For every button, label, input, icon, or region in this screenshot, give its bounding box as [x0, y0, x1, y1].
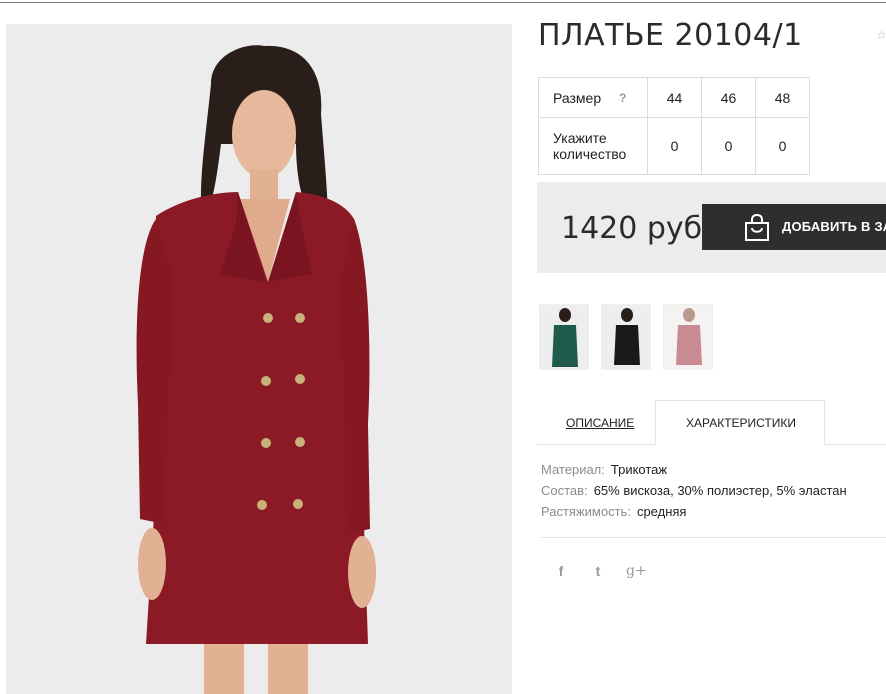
add-to-cart-label: ДОБАВИТЬ В ЗАК [782, 219, 886, 234]
spec-row: Материал: Трикотаж [541, 462, 847, 483]
red-dress-thumbnail[interactable] [663, 304, 713, 370]
product-main-image[interactable] [6, 24, 512, 694]
top-rule [0, 2, 886, 3]
green-dress-thumbnail[interactable] [539, 304, 589, 370]
size-label-cell: Размер ? [538, 77, 648, 118]
divider [541, 537, 886, 538]
tab-description[interactable]: ОПИСАНИЕ [566, 416, 634, 430]
size-option: 48 [755, 77, 810, 118]
quantity-label: Укажите количество [538, 117, 648, 175]
shopping-bag-icon [745, 214, 769, 241]
twitter-icon[interactable]: t [589, 562, 607, 580]
spec-row: Состав: 65% вискоза, 30% полиэстер, 5% эл… [541, 483, 847, 504]
price: 1420 руб [561, 211, 703, 246]
add-to-cart-button[interactable]: ДОБАВИТЬ В ЗАК [702, 204, 886, 250]
spec-value: Трикотаж [610, 462, 668, 477]
size-table: Размер ? 44 46 48 Укажите количество 0 0… [538, 77, 810, 175]
spec-row: Растяжимость: средняя [541, 504, 847, 525]
googleplus-icon[interactable]: g+ [626, 562, 647, 580]
price-panel: 1420 руб ДОБАВИТЬ В ЗАК [537, 182, 886, 273]
spec-key: Материал: [541, 462, 605, 477]
quantity-input[interactable]: 0 [701, 117, 756, 175]
characteristics-list: Материал: Трикотаж Состав: 65% вискоза, 30… [541, 462, 847, 525]
tab-characteristics[interactable]: ХАРАКТЕРИСТИКИ [686, 416, 796, 430]
quantity-input[interactable]: 0 [647, 117, 702, 175]
facebook-icon[interactable]: f [552, 562, 570, 580]
size-label: Размер [553, 89, 602, 106]
help-icon[interactable]: ? [619, 91, 626, 105]
size-option: 46 [701, 77, 756, 118]
size-option: 44 [647, 77, 702, 118]
spec-value: средняя [636, 504, 687, 519]
spec-value: 65% вискоза, 30% полиэстер, 5% эластан [593, 483, 847, 498]
star-icon[interactable]: ☆ [876, 28, 886, 42]
spec-key: Растяжимость: [541, 504, 631, 519]
product-title: ПЛАТЬЕ 20104/1 [538, 18, 803, 53]
quantity-input[interactable]: 0 [755, 117, 810, 175]
black-dress-thumbnail[interactable] [601, 304, 651, 370]
spec-key: Состав: [541, 483, 588, 498]
